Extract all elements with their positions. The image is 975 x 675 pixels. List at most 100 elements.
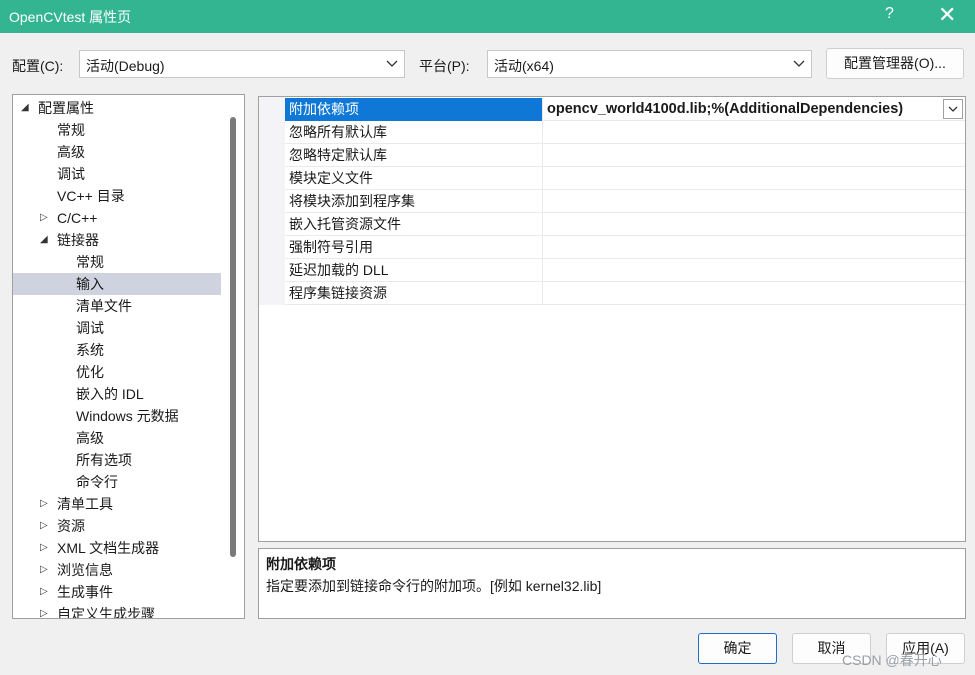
tree-item-xml-doc-generator[interactable]: ▷ XML 文档生成器 <box>13 537 221 559</box>
property-row-ignore-specific-default-libraries[interactable]: 忽略特定默认库 <box>285 144 965 167</box>
ok-button[interactable]: 确定 <box>698 633 777 664</box>
description-pane: 附加依赖项 指定要添加到链接命令行的附加项。[例如 kernel32.lib] <box>258 548 966 619</box>
window-title: OpenCVtest 属性页 <box>9 9 132 25</box>
tree-item-linker-general[interactable]: 常规 <box>13 251 221 273</box>
column-divider <box>542 167 543 190</box>
tree-item-label: 常规 <box>57 122 85 138</box>
platform-label: 平台(P): <box>419 58 470 74</box>
property-row-delay-loaded-dlls[interactable]: 延迟加载的 DLL <box>285 259 965 282</box>
tree-item-label: Windows 元数据 <box>76 408 179 424</box>
tree-item-windows-metadata[interactable]: Windows 元数据 <box>13 405 221 427</box>
property-row-ignore-all-default-libraries[interactable]: 忽略所有默认库 <box>285 121 965 144</box>
tree-item-manifest-tool[interactable]: ▷ 清单工具 <box>13 493 221 515</box>
property-row-add-module-to-assembly[interactable]: 将模块添加到程序集 <box>285 190 965 213</box>
property-name: 模块定义文件 <box>289 170 373 186</box>
property-name: 忽略所有默认库 <box>289 124 387 140</box>
column-divider <box>542 121 543 144</box>
column-divider <box>542 259 543 282</box>
tree-item-optimization[interactable]: 优化 <box>13 361 221 383</box>
chevron-down-icon <box>793 60 805 67</box>
property-row-additional-dependencies[interactable]: 附加依赖项 opencv_world4100d.lib;%(Additional… <box>285 98 965 121</box>
tree-item-label: 配置属性 <box>38 100 94 116</box>
tree-item-label: 所有选项 <box>76 452 132 468</box>
tree-item-label: 高级 <box>57 144 85 160</box>
column-divider <box>542 282 543 305</box>
column-divider <box>542 213 543 236</box>
config-select-value: 活动(Debug) <box>86 58 165 74</box>
tree-item-browse-information[interactable]: ▷ 浏览信息 <box>13 559 221 581</box>
close-button[interactable]: ✕ <box>938 2 956 28</box>
column-divider <box>542 190 543 213</box>
description-title: 附加依赖项 <box>266 556 336 572</box>
tree-item-label: 资源 <box>57 518 85 534</box>
property-name: 附加依赖项 <box>289 101 359 117</box>
config-label: 配置(C): <box>12 58 64 74</box>
tree-item-embedded-idl[interactable]: 嵌入的 IDL <box>13 383 221 405</box>
tree-item-linker-advanced[interactable]: 高级 <box>13 427 221 449</box>
chevron-down-icon <box>948 106 958 112</box>
tree-item-label: 嵌入的 IDL <box>76 386 144 402</box>
tree-item-label: C/C++ <box>57 210 98 226</box>
property-name: 将模块添加到程序集 <box>289 193 415 209</box>
tree-item-label: 调试 <box>76 320 104 336</box>
config-select[interactable]: 活动(Debug) <box>79 50 405 78</box>
tree-scrollbar-thumb[interactable] <box>230 117 236 557</box>
tree-item-linker-debugging[interactable]: 调试 <box>13 317 221 339</box>
tree-item-all-options[interactable]: 所有选项 <box>13 449 221 471</box>
tree-item-config-properties[interactable]: ◢ 配置属性 <box>13 97 221 119</box>
property-row-assembly-link-resource[interactable]: 程序集链接资源 <box>285 282 965 305</box>
chevron-down-icon <box>386 60 398 67</box>
help-button[interactable]: ? <box>885 5 894 23</box>
tree-item-custom-build-step[interactable]: ▷ 自定义生成步骤 <box>13 603 221 619</box>
tree-item-label: 链接器 <box>57 232 99 248</box>
collapsed-triangle-icon[interactable]: ▷ <box>40 515 48 537</box>
tree-item-general[interactable]: 常规 <box>13 119 221 141</box>
column-divider <box>542 236 543 259</box>
tree-item-label: 系统 <box>76 342 104 358</box>
watermark: CSDN @春开心 <box>842 652 942 668</box>
property-name: 程序集链接资源 <box>289 285 387 301</box>
tree-item-linker[interactable]: ◢ 链接器 <box>13 229 221 251</box>
tree-item-manifest-file[interactable]: 清单文件 <box>13 295 221 317</box>
column-divider <box>542 98 543 121</box>
tree-item-command-line[interactable]: 命令行 <box>13 471 221 493</box>
platform-select[interactable]: 活动(x64) <box>487 50 812 78</box>
tree-item-debugging[interactable]: 调试 <box>13 163 221 185</box>
expanded-triangle-icon[interactable]: ◢ <box>40 229 48 251</box>
collapsed-triangle-icon[interactable]: ▷ <box>40 537 48 559</box>
tree-item-resources[interactable]: ▷ 资源 <box>13 515 221 537</box>
tree-item-system[interactable]: 系统 <box>13 339 221 361</box>
property-name: 延迟加载的 DLL <box>289 262 389 278</box>
tree-item-label: 高级 <box>76 430 104 446</box>
tree-item-linker-input[interactable]: 输入 <box>13 273 221 295</box>
grid-gutter <box>259 97 285 305</box>
tree-item-advanced[interactable]: 高级 <box>13 141 221 163</box>
tree-item-build-events[interactable]: ▷ 生成事件 <box>13 581 221 603</box>
collapsed-triangle-icon[interactable]: ▷ <box>40 581 48 603</box>
collapsed-triangle-icon[interactable]: ▷ <box>40 493 48 515</box>
column-divider <box>542 144 543 167</box>
property-name: 忽略特定默认库 <box>289 147 387 163</box>
value-dropdown-button[interactable] <box>943 99 963 119</box>
property-value[interactable]: opencv_world4100d.lib;%(AdditionalDepend… <box>547 98 903 120</box>
property-row-module-definition-file[interactable]: 模块定义文件 <box>285 167 965 190</box>
tree-item-label: 清单工具 <box>57 496 113 512</box>
tree-item-label: VC++ 目录 <box>57 188 125 204</box>
property-row-force-symbol-references[interactable]: 强制符号引用 <box>285 236 965 259</box>
tree-item-label: 常规 <box>76 254 104 270</box>
collapsed-triangle-icon[interactable]: ▷ <box>40 603 48 618</box>
collapsed-triangle-icon[interactable]: ▷ <box>40 559 48 581</box>
collapsed-triangle-icon[interactable]: ▷ <box>40 207 48 229</box>
tree-item-label: 生成事件 <box>57 584 113 600</box>
property-tree[interactable]: ◢ 配置属性 常规 高级 调试 VC++ 目录 ▷ C/C++ ◢ 链接器 常规… <box>12 94 245 619</box>
tree-item-label: 自定义生成步骤 <box>57 606 155 619</box>
expanded-triangle-icon[interactable]: ◢ <box>21 97 29 119</box>
property-grid[interactable]: 附加依赖项 opencv_world4100d.lib;%(Additional… <box>258 96 966 542</box>
tree-item-c-cpp[interactable]: ▷ C/C++ <box>13 207 221 229</box>
property-row-embed-managed-resource-file[interactable]: 嵌入托管资源文件 <box>285 213 965 236</box>
tree-item-label: XML 文档生成器 <box>57 540 160 556</box>
tree-item-vc-directories[interactable]: VC++ 目录 <box>13 185 221 207</box>
platform-select-value: 活动(x64) <box>494 58 554 74</box>
tree-item-label: 优化 <box>76 364 104 380</box>
config-manager-button[interactable]: 配置管理器(O)... <box>826 48 964 79</box>
